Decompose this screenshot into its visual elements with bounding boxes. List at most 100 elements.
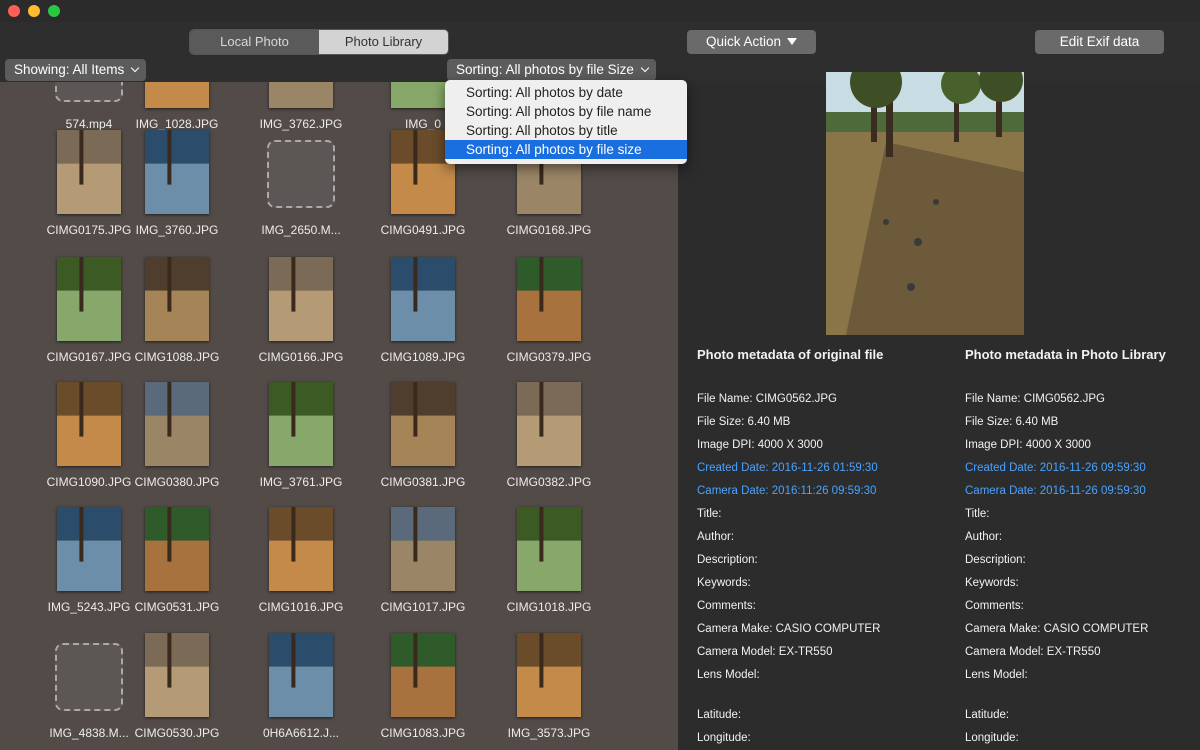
grid-item[interactable]: CIMG0530.JPG <box>117 633 237 750</box>
grid-item-caption: CIMG0168.JPG <box>506 223 592 237</box>
original-metadata-column: Photo metadata of original file File Nam… <box>697 347 937 750</box>
photo-thumbnail <box>145 633 209 717</box>
source-segmented-control: Local Photo Photo Library <box>189 29 449 55</box>
photo-thumbnail <box>269 82 333 108</box>
video-placeholder <box>55 643 123 711</box>
grid-item-caption: CIMG0381.JPG <box>380 475 466 489</box>
grid-item-caption: CIMG0379.JPG <box>506 350 592 364</box>
grid-item[interactable]: 0H6A6612.J... <box>241 633 361 750</box>
grid-item-caption: CIMG1083.JPG <box>380 726 466 740</box>
video-placeholder <box>55 82 123 102</box>
grid-item-caption: CIMG0380.JPG <box>134 475 220 489</box>
grid-item[interactable]: CIMG1088.JPG <box>117 257 237 377</box>
menu-item-sort-by-date[interactable]: Sorting: All photos by date <box>445 83 687 102</box>
library-comments: Comments: <box>965 600 1024 612</box>
original-file-size: File Size: 6.40 MB <box>697 416 791 428</box>
grid-item-caption: 0H6A6612.J... <box>262 726 340 740</box>
library-created-date: Created Date: 2016-11-26 09:59:30 <box>965 462 1146 474</box>
grid-item-caption: CIMG1016.JPG <box>258 600 344 614</box>
library-longitude: Longitude: <box>965 732 1019 744</box>
photo-thumbnail <box>269 257 333 341</box>
grid-item-caption: IMG_3573.JPG <box>507 726 591 740</box>
original-file-name: File Name: CIMG0562.JPG <box>697 393 837 405</box>
photo-thumbnail <box>517 507 581 591</box>
original-camera-model: Camera Model: EX-TR550 <box>697 646 833 658</box>
photo-grid: 574.mp4 IMG_1028.JPG IMG_3762.JPG IMG_0 CIMG… <box>0 82 678 750</box>
grid-item[interactable]: CIMG1017.JPG <box>363 507 483 627</box>
grid-item[interactable]: CIMG0380.JPG <box>117 382 237 502</box>
photo-thumbnail <box>145 507 209 591</box>
sort-dropdown-menu: Sorting: All photos by date Sorting: All… <box>445 80 687 164</box>
detail-panel: Photo metadata of original file File Nam… <box>678 72 1200 750</box>
tab-local-photo[interactable]: Local Photo <box>190 30 319 54</box>
tab-photo-library[interactable]: Photo Library <box>319 30 448 54</box>
photo-thumbnail <box>517 382 581 466</box>
zoom-window-icon[interactable] <box>48 5 60 17</box>
menu-item-sort-by-file-name[interactable]: Sorting: All photos by file name <box>445 102 687 121</box>
grid-item-caption: CIMG0531.JPG <box>134 600 220 614</box>
library-camera-make: Camera Make: CASIO COMPUTER <box>965 623 1149 635</box>
title-bar <box>0 0 1200 22</box>
photo-thumbnail <box>269 507 333 591</box>
library-file-size: File Size: 6.40 MB <box>965 416 1059 428</box>
photo-thumbnail <box>517 633 581 717</box>
photo-thumbnail <box>145 382 209 466</box>
grid-item[interactable]: CIMG0381.JPG <box>363 382 483 502</box>
grid-item[interactable]: CIMG1089.JPG <box>363 257 483 377</box>
grid-item[interactable]: IMG_3760.JPG <box>117 130 237 250</box>
menu-item-sort-by-file-size[interactable]: Sorting: All photos by file size <box>445 140 687 159</box>
quick-action-button[interactable]: Quick Action <box>687 30 816 54</box>
sorting-popup[interactable]: Sorting: All photos by file Size <box>447 59 656 81</box>
close-window-icon[interactable] <box>8 5 20 17</box>
grid-item[interactable]: CIMG0382.JPG <box>489 382 609 502</box>
library-metadata-heading: Photo metadata in Photo Library <box>965 347 1166 362</box>
photo-thumbnail <box>145 130 209 214</box>
grid-item[interactable]: CIMG1083.JPG <box>363 633 483 750</box>
original-created-date: Created Date: 2016-11-26 01:59:30 <box>697 462 878 474</box>
showing-filter-popup[interactable]: Showing: All Items <box>5 59 147 81</box>
grid-item[interactable]: CIMG1016.JPG <box>241 507 361 627</box>
library-description: Description: <box>965 554 1026 566</box>
video-placeholder <box>267 140 335 208</box>
grid-item[interactable]: CIMG0531.JPG <box>117 507 237 627</box>
edit-exif-button[interactable]: Edit Exif data <box>1035 30 1164 54</box>
original-image-dpi: Image DPI: 4000 X 3000 <box>697 439 823 451</box>
library-camera-date: Camera Date: 2016-11-26 09:59:30 <box>965 485 1146 497</box>
grid-item[interactable]: IMG_3761.JPG <box>241 382 361 502</box>
library-latitude: Latitude: <box>965 709 1010 721</box>
original-keywords: Keywords: <box>697 577 751 589</box>
grid-item[interactable]: CIMG0379.JPG <box>489 257 609 377</box>
quick-action-label: Quick Action <box>705 34 782 49</box>
grid-item-caption: IMG_2650.M... <box>261 223 341 237</box>
original-author: Author: <box>697 531 735 543</box>
minimize-window-icon[interactable] <box>28 5 40 17</box>
grid-item[interactable]: CIMG1018.JPG <box>489 507 609 627</box>
photo-thumbnail <box>391 633 455 717</box>
grid-item[interactable]: IMG_2650.M... <box>241 130 361 250</box>
grid-item-caption: CIMG1089.JPG <box>380 350 466 364</box>
library-metadata-column: Photo metadata in Photo Library File Nam… <box>965 347 1200 750</box>
photo-preview <box>826 72 1024 335</box>
grid-item-caption: CIMG1088.JPG <box>134 350 220 364</box>
grid-item-caption: CIMG0530.JPG <box>134 726 220 740</box>
photo-thumbnail <box>391 382 455 466</box>
grid-item-caption: IMG_1028.JPG <box>135 117 219 131</box>
library-lens-model: Lens Model: <box>965 669 1028 681</box>
grid-item[interactable]: CIMG0166.JPG <box>241 257 361 377</box>
chevron-down-icon <box>640 63 650 73</box>
original-longitude: Longitude: <box>697 732 751 744</box>
grid-item-caption: CIMG0382.JPG <box>506 475 592 489</box>
grid-item[interactable]: IMG_3573.JPG <box>489 633 609 750</box>
library-image-dpi: Image DPI: 4000 X 3000 <box>965 439 1091 451</box>
photo-thumbnail <box>57 382 121 466</box>
photo-thumbnail <box>57 257 121 341</box>
library-keywords: Keywords: <box>965 577 1019 589</box>
grid-item-caption: CIMG0166.JPG <box>258 350 344 364</box>
library-camera-model: Camera Model: EX-TR550 <box>965 646 1101 658</box>
menu-item-sort-by-title[interactable]: Sorting: All photos by title <box>445 121 687 140</box>
original-camera-make: Camera Make: CASIO COMPUTER <box>697 623 881 635</box>
original-camera-date: Camera Date: 2016:11:26 09:59:30 <box>697 485 877 497</box>
original-metadata-heading: Photo metadata of original file <box>697 347 884 362</box>
library-title: Title: <box>965 508 990 520</box>
original-title: Title: <box>697 508 722 520</box>
